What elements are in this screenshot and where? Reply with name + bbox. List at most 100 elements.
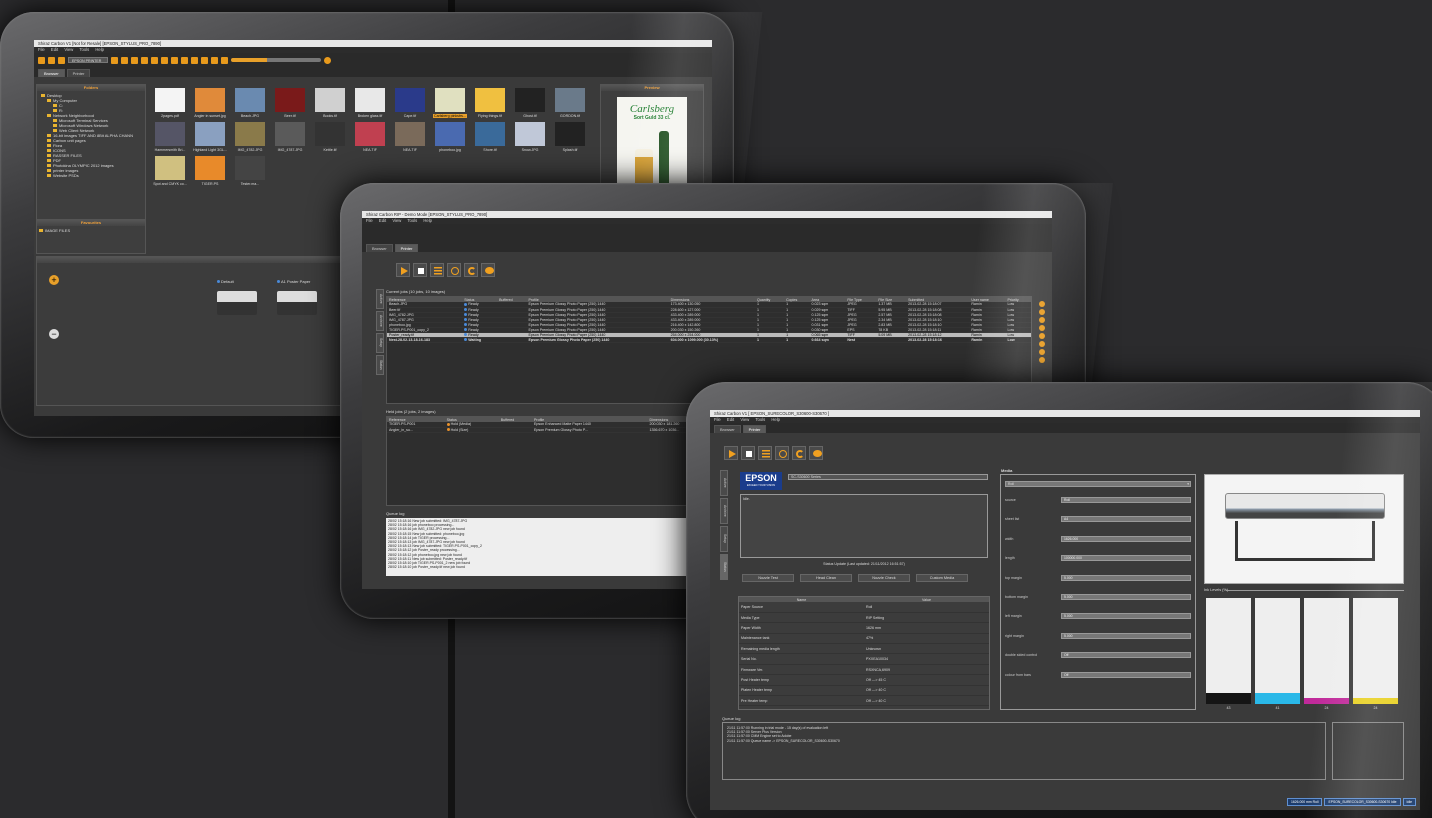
thumbnail-item[interactable]: NEA.TIF [353, 122, 387, 152]
paste-icon[interactable] [171, 56, 178, 64]
thumbnail-item[interactable]: Hammersmith Bri... [153, 122, 187, 152]
menu-file[interactable]: File [714, 417, 721, 422]
side-tab-active[interactable]: Active [720, 470, 728, 496]
nozzle-test-button[interactable]: Nozzle Test [742, 574, 794, 582]
field-input[interactable]: 5.000 [1061, 593, 1191, 600]
menu-file[interactable]: File [38, 47, 45, 52]
menu-tools[interactable]: Tools [755, 417, 765, 422]
tab-printer[interactable]: Printer [742, 425, 767, 433]
field-input[interactable]: A4 [1061, 516, 1191, 523]
thumbnail-item[interactable]: Shore.tif [473, 122, 507, 152]
message-button[interactable] [481, 263, 495, 277]
search-icon[interactable] [211, 56, 218, 64]
side-tab-status[interactable]: Status [720, 554, 728, 580]
field-input[interactable]: 100000.000 [1061, 555, 1191, 562]
menu-tools[interactable]: Tools [407, 218, 417, 223]
folder-icon[interactable] [131, 56, 138, 64]
refresh-button[interactable] [464, 263, 478, 277]
cancel-icon[interactable] [1039, 349, 1045, 355]
move-top-icon[interactable] [1039, 301, 1045, 307]
thumbnail-item[interactable]: 2pages.pdf [153, 88, 187, 118]
thumbnail-item[interactable]: Angler in sunset.jpg [193, 88, 227, 118]
tab-browser[interactable]: Browser [714, 425, 741, 433]
printer-select[interactable]: EPSON PRINTER [68, 57, 108, 63]
thumbnail-item[interactable]: TIGER.PS [193, 156, 227, 186]
move-bottom-icon[interactable] [1039, 325, 1045, 331]
queue-list-button[interactable] [430, 263, 444, 277]
field-input[interactable]: 5.000 [1061, 574, 1191, 581]
flow-node-a1-poster[interactable]: A1 Poster Paper [277, 279, 337, 329]
add-flow-button[interactable]: + [49, 275, 59, 285]
table-row[interactable]: Nest-28-02-13-18-16-183 Waiting Epson Prem… [387, 337, 1031, 343]
hold-icon[interactable] [1039, 341, 1045, 347]
tab-browser[interactable]: Browser [366, 244, 393, 252]
side-tab-setup[interactable]: Setup [720, 526, 728, 552]
thumbnail-item[interactable]: phoneboo.jpg [433, 122, 467, 152]
help-icon[interactable] [324, 56, 331, 64]
favourite-item[interactable]: IMAGE FILES [39, 228, 143, 233]
refresh-icon[interactable] [201, 56, 208, 64]
flow-node-default[interactable]: Default [217, 279, 277, 329]
thumbnail-item[interactable]: Ghost.tif [513, 88, 547, 118]
queue-list-button[interactable] [758, 446, 772, 460]
thumbnail-item[interactable]: Broken glass.tif [353, 88, 387, 118]
start-button[interactable] [396, 263, 410, 277]
nozzle-check-button[interactable]: Nozzle Check [858, 574, 910, 582]
field-input[interactable]: Off [1061, 652, 1191, 659]
move-down-icon[interactable] [1039, 317, 1045, 323]
thumbnail-item[interactable]: Beach.JPG [233, 88, 267, 118]
tab-printer[interactable]: Printer [66, 69, 91, 77]
thumbnail-item[interactable]: Carlsberg pinkstrs... [433, 88, 467, 118]
edit-icon[interactable] [181, 56, 188, 64]
field-input[interactable]: 1626.000 [1061, 535, 1191, 542]
thumbnail-item[interactable]: Splash.tif [553, 122, 587, 152]
side-tab-status[interactable]: Status [376, 355, 384, 375]
side-tab-archive[interactable]: Archive [376, 311, 384, 331]
menu-help[interactable]: Help [771, 417, 780, 422]
thumbnail-item[interactable]: Cape.tif [393, 88, 427, 118]
menu-help[interactable]: Help [95, 47, 104, 52]
thumbnail-item[interactable]: Kettle.tif [313, 122, 347, 152]
up-arrow-icon[interactable] [58, 56, 65, 64]
tab-printer[interactable]: Printer [394, 244, 419, 252]
thumbnail-item[interactable]: IMG_4782.JPG [233, 122, 267, 152]
custom-media-button[interactable]: Custom Media [916, 574, 968, 582]
menu-edit[interactable]: Edit [727, 417, 734, 422]
back-icon[interactable] [111, 56, 118, 64]
favourite-icon[interactable] [38, 56, 45, 64]
thumbnail-item[interactable]: IMG_4787.JPG [273, 122, 307, 152]
menu-edit[interactable]: Edit [51, 47, 58, 52]
cut-icon[interactable] [161, 56, 168, 64]
schedule-button[interactable] [447, 263, 461, 277]
side-tab-active[interactable]: Active [376, 289, 384, 309]
info-icon[interactable] [1039, 357, 1045, 363]
thumbnail-item[interactable]: Spot and CMYK co... [153, 156, 187, 186]
tree-item[interactable]: Website PSDs [39, 173, 143, 178]
thumbnail-item[interactable]: NEA.TIF [393, 122, 427, 152]
menu-edit[interactable]: Edit [379, 218, 386, 223]
message-button[interactable] [809, 446, 823, 460]
delete-icon[interactable] [191, 56, 198, 64]
forward-icon[interactable] [121, 56, 128, 64]
menu-tools[interactable]: Tools [79, 47, 89, 52]
remove-flow-button[interactable]: − [49, 329, 59, 339]
thumbnail-item[interactable]: Flying things.tif [473, 88, 507, 118]
field-input[interactable]: Roll [1061, 497, 1191, 503]
menu-view[interactable]: View [64, 47, 73, 52]
thumbnail-item[interactable]: Snow.JPG [513, 122, 547, 152]
field-input[interactable]: 5.000 [1061, 613, 1191, 620]
stop-button[interactable] [413, 263, 427, 277]
monitor-icon[interactable] [141, 56, 148, 64]
field-input[interactable]: Off [1061, 671, 1191, 678]
head-clean-button[interactable]: Head Clean [800, 574, 852, 582]
thumbnail-item[interactable]: Highland Light 3GL... [193, 122, 227, 152]
stop-button[interactable] [741, 446, 755, 460]
thumbnail-item[interactable]: GORDON.tif [553, 88, 587, 118]
schedule-button[interactable] [775, 446, 789, 460]
favourite-add-icon[interactable] [48, 56, 55, 64]
thumbnail-item[interactable]: Beer.tif [273, 88, 307, 118]
move-up-icon[interactable] [1039, 309, 1045, 315]
list-view-icon[interactable] [221, 56, 228, 64]
menu-view[interactable]: View [740, 417, 749, 422]
thumbnail-item[interactable]: Books.tif [313, 88, 347, 118]
